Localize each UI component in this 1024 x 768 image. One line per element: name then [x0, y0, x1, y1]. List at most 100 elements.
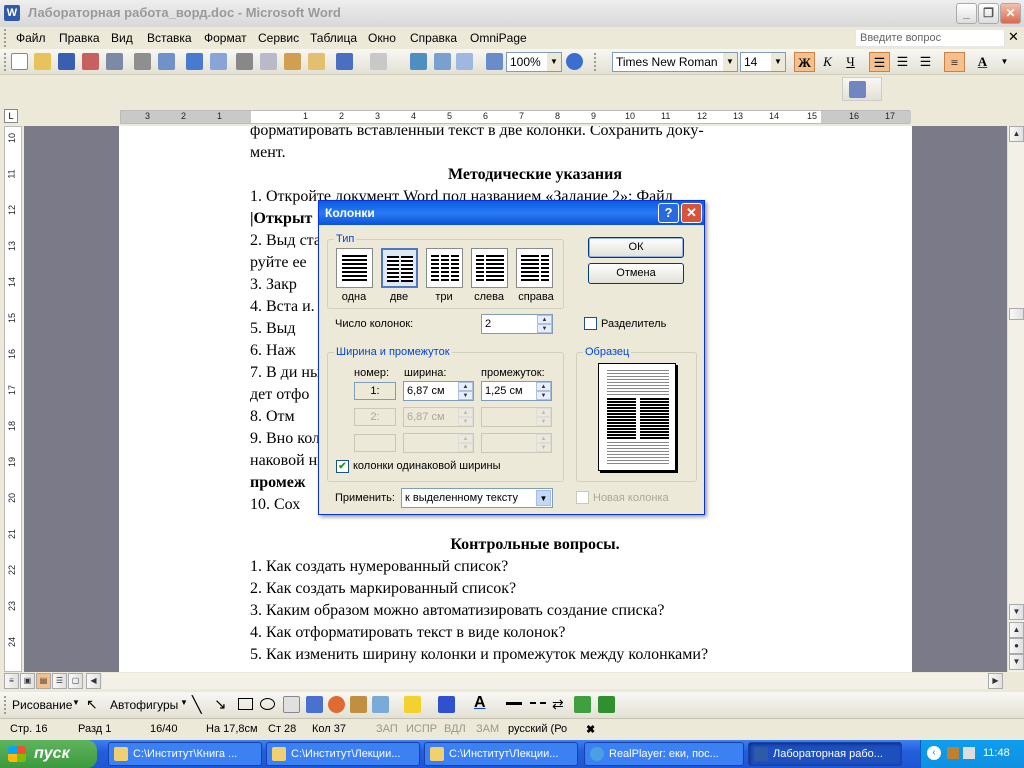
autoshapes-chevron-icon[interactable]: ▼	[180, 698, 188, 707]
print-icon[interactable]	[134, 53, 151, 70]
spin-down-icon[interactable]: ▼	[458, 391, 473, 400]
close-button[interactable]: ✕	[1000, 3, 1021, 24]
dialog-help-button[interactable]: ?	[658, 203, 679, 223]
menu-file[interactable]: Файл	[16, 31, 46, 45]
apply-chevron-down-icon[interactable]: ▼	[536, 490, 551, 506]
dialog-close-button[interactable]: ✕	[681, 203, 702, 223]
new-document-icon[interactable]	[11, 53, 28, 70]
apply-to-select[interactable]: к выделенному тексту ▼	[401, 488, 553, 508]
redo-icon[interactable]	[370, 53, 387, 70]
scroll-left-button[interactable]: ◀	[86, 673, 101, 689]
cut-icon[interactable]	[236, 53, 253, 70]
hyperlink-icon[interactable]	[410, 53, 427, 70]
minimize-button[interactable]: _	[956, 3, 977, 24]
menu-window[interactable]: Окно	[368, 31, 396, 45]
spin-up-icon[interactable]: ▲	[537, 315, 552, 324]
line-style-icon[interactable]	[506, 702, 522, 705]
arrow-icon[interactable]: ↘	[214, 695, 227, 713]
font-size-select[interactable]: 14 ▼	[740, 52, 786, 72]
tray-expand-icon[interactable]: ‹	[927, 746, 941, 760]
tables-borders-icon[interactable]	[434, 53, 451, 70]
task-button[interactable]: RealPlayer: еки, пос...	[584, 742, 744, 766]
task-button[interactable]: C:\Институт\Книга ...	[108, 742, 262, 766]
task-button[interactable]: C:\Институт\Лекции...	[424, 742, 578, 766]
line-color-icon[interactable]	[438, 696, 455, 713]
toolbar-grip[interactable]	[4, 53, 7, 71]
copy-icon[interactable]	[260, 53, 277, 70]
size-chevron-down-icon[interactable]: ▼	[771, 53, 785, 71]
ok-button[interactable]: ОК	[588, 237, 684, 258]
italic-button[interactable]: К	[817, 52, 838, 72]
restore-button[interactable]: ❐	[978, 3, 999, 24]
preset-right[interactable]	[516, 248, 553, 288]
open-folder-icon[interactable]	[34, 53, 51, 70]
clock[interactable]: 11:48	[983, 747, 1010, 759]
zoom-select[interactable]: 100% ▼	[506, 52, 562, 72]
scroll-down-button[interactable]: ▼	[1009, 604, 1024, 620]
menu-edit[interactable]: Правка	[59, 31, 100, 45]
menu-insert[interactable]: Вставка	[147, 31, 192, 45]
start-button[interactable]: пуск	[0, 740, 97, 768]
scroll-right-button[interactable]: ▶	[988, 673, 1003, 689]
help-search-input[interactable]: Введите вопрос	[855, 29, 1005, 47]
spelling-status-icon[interactable]: ✖	[586, 723, 595, 736]
spin-up-icon[interactable]: ▲	[458, 382, 473, 391]
oval-icon[interactable]	[260, 698, 275, 710]
status-rec[interactable]: ЗАП	[376, 723, 398, 735]
autoshapes-menu[interactable]: Автофигуры	[110, 698, 178, 712]
num-columns-input[interactable]: 2 ▲ ▼	[481, 314, 553, 334]
task-button-active[interactable]: Лабораторная рабо...	[748, 742, 902, 766]
document-map-icon[interactable]	[486, 53, 503, 70]
clipart-icon[interactable]	[350, 696, 367, 713]
format-painter-icon[interactable]	[308, 53, 325, 70]
shadow-style-icon[interactable]	[574, 696, 591, 713]
reading-view-button[interactable]: ▢	[68, 673, 83, 689]
previous-page-button[interactable]: ▲	[1009, 622, 1024, 638]
menu-table[interactable]: Таблица	[310, 31, 357, 45]
menu-view[interactable]: Вид	[111, 31, 133, 45]
vertical-scrollbar[interactable]: ▲ ▼ ▲ ● ▼	[1007, 126, 1024, 672]
vertical-ruler[interactable]: 10 11 12 13 14 15 16 17 18 19 20 21 22 2…	[4, 126, 22, 672]
email-icon[interactable]	[106, 53, 123, 70]
paste-icon[interactable]	[284, 53, 301, 70]
select-objects-icon[interactable]: ↖	[86, 696, 98, 713]
print-layout-button[interactable]: ▤	[36, 673, 51, 689]
wordart-icon[interactable]	[306, 696, 323, 713]
numbering-button[interactable]: ≡	[944, 52, 965, 72]
preset-left[interactable]	[471, 248, 508, 288]
drawbar-grip[interactable]	[4, 696, 7, 714]
menu-tools[interactable]: Сервис	[258, 31, 299, 45]
tray-app-icon[interactable]	[947, 747, 959, 759]
underline-button[interactable]: Ч	[840, 52, 861, 72]
drawing-menu[interactable]: Рисование	[12, 698, 72, 712]
rectangle-icon[interactable]	[238, 698, 253, 710]
web-view-button[interactable]: ▣	[20, 673, 35, 689]
3d-style-icon[interactable]	[598, 696, 615, 713]
insert-table-icon[interactable]	[456, 53, 473, 70]
undo-icon[interactable]	[336, 53, 353, 70]
fill-color-icon[interactable]	[404, 696, 421, 713]
normal-view-button[interactable]: ≡	[4, 673, 19, 689]
align-left-button[interactable]: ☰	[869, 52, 890, 72]
dialog-title-bar[interactable]: Колонки ? ✕	[319, 201, 704, 225]
menu-omnipage[interactable]: OmniPage	[470, 31, 527, 45]
close-document-icon[interactable]: ✕	[1008, 29, 1019, 45]
save-icon[interactable]	[58, 53, 75, 70]
font-chevron-down-icon[interactable]: ▼	[723, 53, 737, 71]
preset-two[interactable]	[381, 248, 418, 288]
status-overtype[interactable]: ЗАМ	[476, 723, 499, 735]
justify-button[interactable]: ☰	[915, 52, 936, 72]
diagram-icon[interactable]	[328, 696, 345, 713]
reveal-formatting-icon[interactable]	[849, 81, 866, 98]
column-width-1-input[interactable]: 6,87 см ▲ ▼	[403, 381, 474, 401]
textbox-icon[interactable]	[283, 696, 300, 713]
help-icon[interactable]	[566, 53, 583, 70]
menu-grip[interactable]	[4, 29, 7, 47]
separator-checkbox[interactable]	[584, 317, 597, 330]
print-preview-icon[interactable]	[158, 53, 175, 70]
drawing-chevron-icon[interactable]: ▼	[72, 698, 80, 707]
zoom-chevron-down-icon[interactable]: ▼	[547, 53, 561, 71]
spin-up-icon[interactable]: ▲	[536, 382, 551, 391]
scroll-up-button[interactable]: ▲	[1009, 126, 1024, 142]
equal-width-checkbox[interactable]: ✔	[336, 460, 349, 473]
